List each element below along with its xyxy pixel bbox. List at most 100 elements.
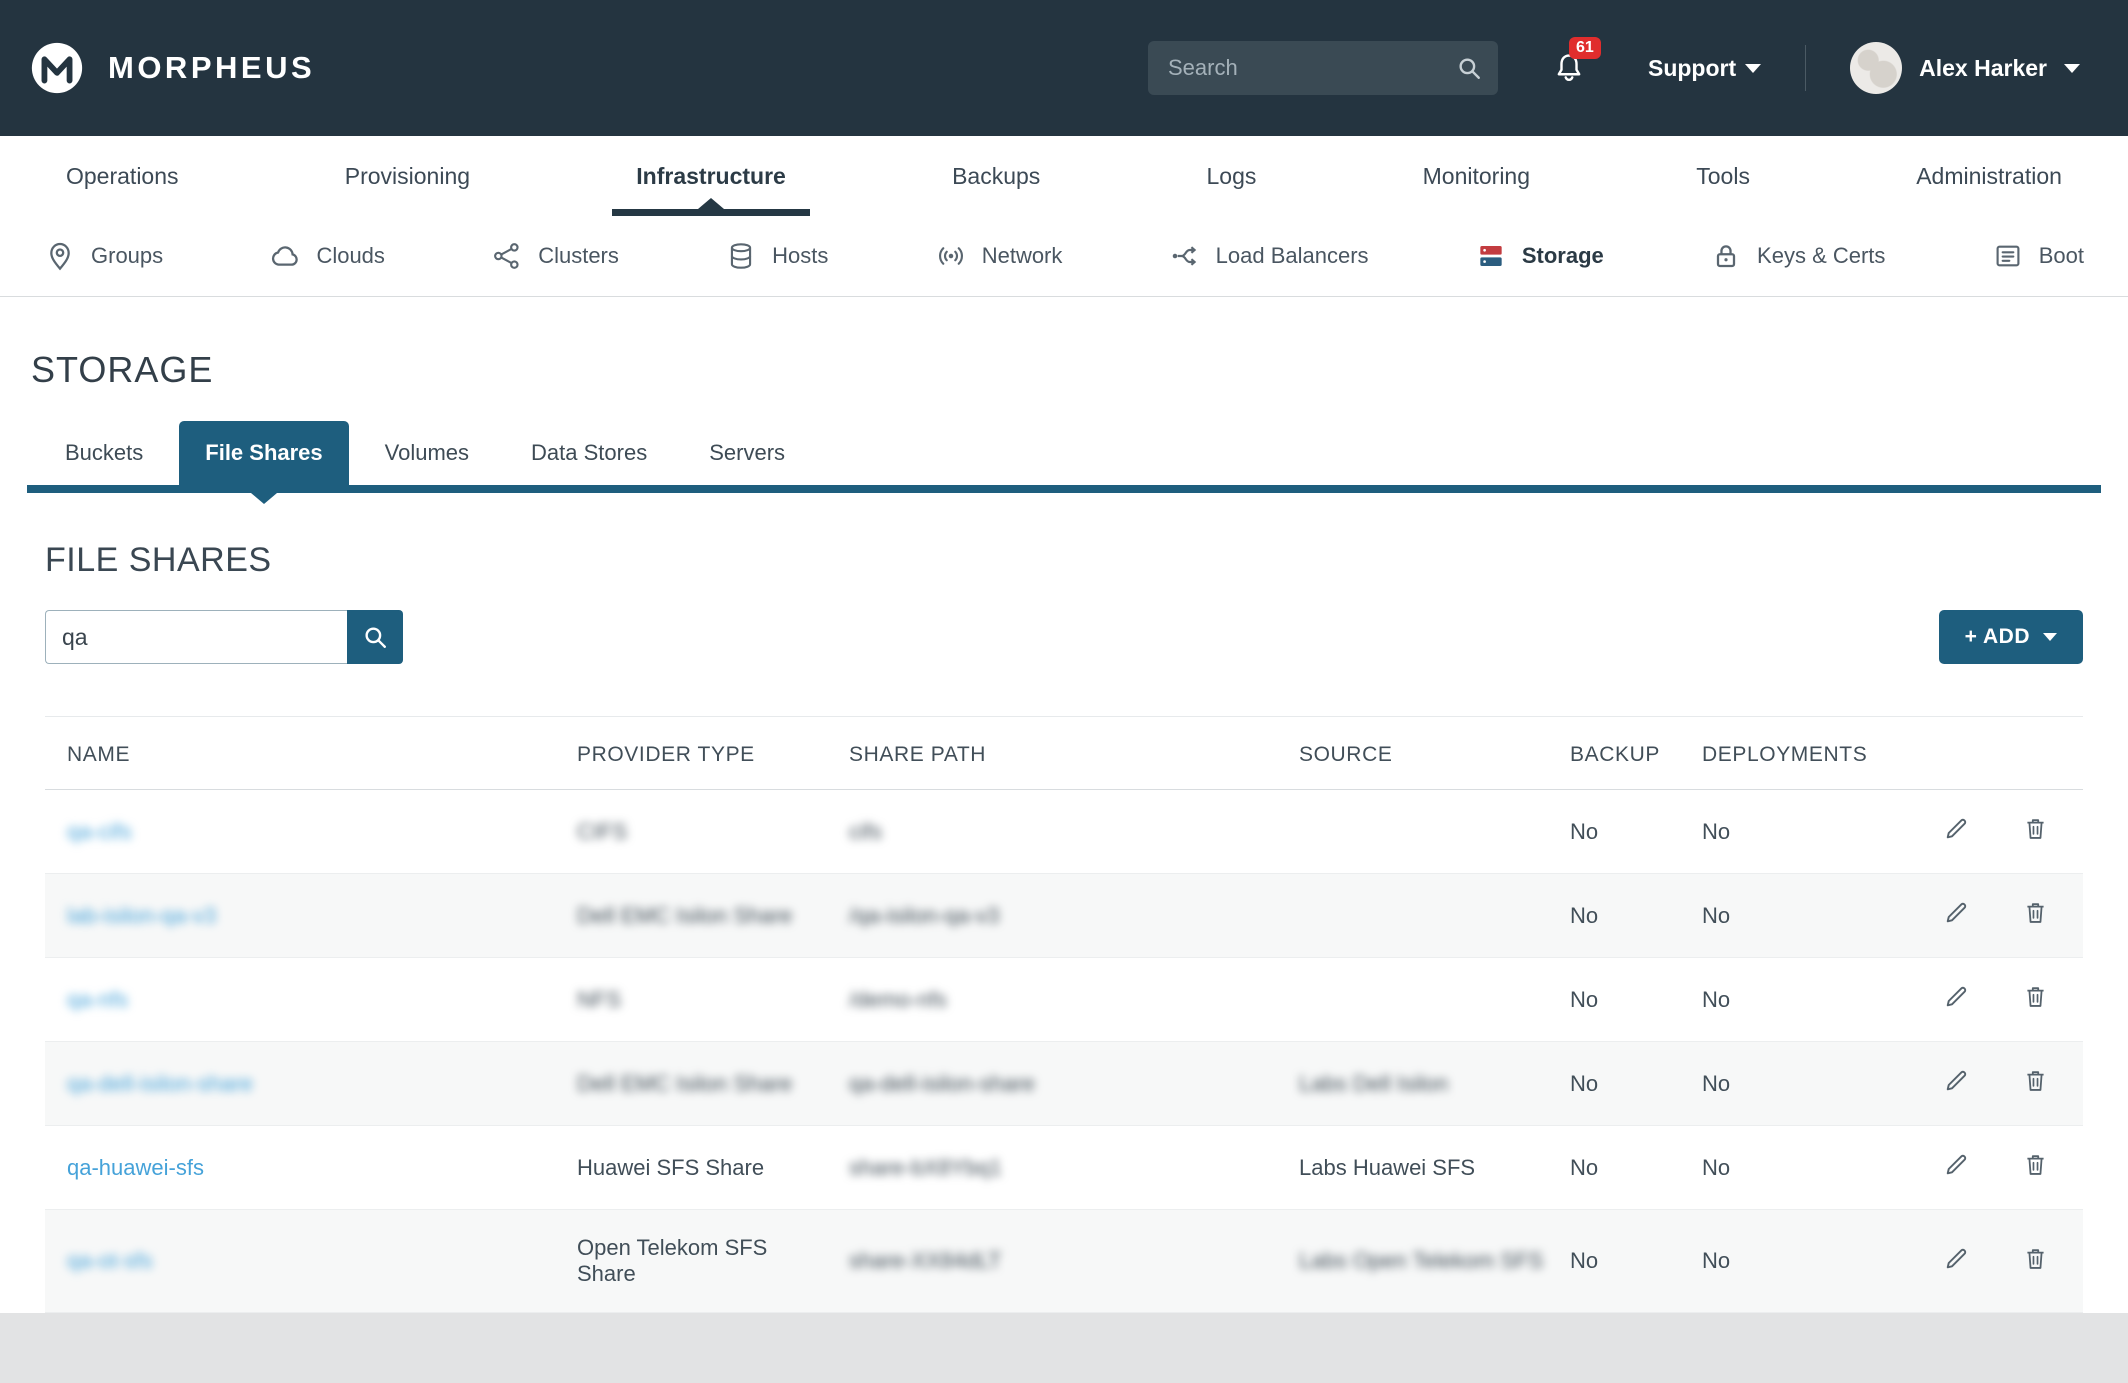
cell-source — [1299, 790, 1570, 874]
file-share-link[interactable]: qa-huawei-sfs — [67, 1155, 204, 1180]
cell-deployments: No — [1702, 1210, 1897, 1313]
sub-nav-label: Hosts — [772, 243, 828, 269]
edit-button[interactable] — [1943, 1245, 1970, 1272]
main-nav-item-logs[interactable]: Logs — [1197, 136, 1267, 216]
cell-share-path: cifs — [849, 790, 1299, 874]
cell-deployments: No — [1702, 1042, 1897, 1126]
brand-name: MORPHEUS — [108, 50, 315, 86]
tab-file-shares[interactable]: File Shares — [179, 421, 348, 485]
file-share-link[interactable]: qa-cifs — [67, 819, 132, 844]
filter-group — [45, 610, 403, 664]
add-button-label: + ADD — [1965, 625, 2030, 649]
trash-icon — [2022, 899, 2049, 926]
column-header-provider-type[interactable]: PROVIDER TYPE — [577, 717, 849, 790]
pencil-icon — [1943, 899, 1970, 926]
main-nav-item-infrastructure[interactable]: Infrastructure — [626, 136, 796, 216]
user-menu[interactable]: Alex Harker — [1850, 42, 2080, 94]
cell-share-path: qa-dell-isilon-share — [849, 1042, 1299, 1126]
morpheus-logo-icon — [28, 39, 86, 97]
file-share-link[interactable]: qa-dell-isilon-share — [67, 1071, 253, 1096]
global-search-input[interactable] — [1148, 41, 1498, 95]
app-header: MORPHEUS 61 Support Alex Harker — [0, 0, 2128, 136]
column-header-share-path[interactable]: SHARE PATH — [849, 717, 1299, 790]
support-menu[interactable]: Support — [1648, 55, 1761, 82]
sub-nav-item-groups[interactable]: Groups — [44, 240, 163, 272]
main-nav-item-operations[interactable]: Operations — [56, 136, 189, 216]
column-header-backup[interactable]: BACKUP — [1570, 717, 1702, 790]
sub-nav-item-clouds[interactable]: Clouds — [269, 240, 384, 272]
delete-button[interactable] — [2022, 1151, 2049, 1178]
cell-deployments: No — [1702, 874, 1897, 958]
table-row: qa-ot-sfs Open Telekom SFS Share share-X… — [45, 1210, 2083, 1313]
main-nav-item-administration[interactable]: Administration — [1906, 136, 2072, 216]
edit-button[interactable] — [1943, 983, 1970, 1010]
cell-backup: No — [1570, 790, 1702, 874]
tab-buckets[interactable]: Buckets — [39, 421, 169, 485]
file-share-link[interactable]: qa-ot-sfs — [67, 1248, 153, 1273]
pencil-icon — [1943, 1067, 1970, 1094]
network-icon — [935, 240, 967, 272]
edit-button[interactable] — [1943, 815, 1970, 842]
sub-nav-item-storage[interactable]: Storage — [1475, 240, 1604, 272]
trash-icon — [2022, 983, 2049, 1010]
cell-deployments: No — [1702, 790, 1897, 874]
sub-nav-item-clusters[interactable]: Clusters — [491, 240, 619, 272]
cell-share-path: /demo-nfs — [849, 958, 1299, 1042]
sub-nav-item-load-balancers[interactable]: Load Balancers — [1169, 240, 1369, 272]
sub-nav-label: Clouds — [316, 243, 384, 269]
trash-icon — [2022, 1151, 2049, 1178]
cloud-icon — [269, 240, 301, 272]
map-pin-icon — [44, 240, 76, 272]
notification-count-badge: 61 — [1569, 37, 1601, 59]
column-header-name[interactable]: NAME — [45, 717, 577, 790]
column-header-deployments[interactable]: DEPLOYMENTS — [1702, 717, 1897, 790]
brand[interactable]: MORPHEUS — [28, 39, 315, 97]
main-nav-item-tools[interactable]: Tools — [1686, 136, 1760, 216]
file-share-link[interactable]: lab-isilon-qa-v3 — [67, 903, 216, 928]
column-header-source[interactable]: SOURCE — [1299, 717, 1570, 790]
sub-nav-label: Load Balancers — [1216, 243, 1369, 269]
tab-data-stores[interactable]: Data Stores — [505, 421, 673, 485]
tab-volumes[interactable]: Volumes — [359, 421, 495, 485]
cell-source — [1299, 958, 1570, 1042]
table-row: qa-huawei-sfs Huawei SFS Share share-bX8… — [45, 1126, 2083, 1210]
tab-label: File Shares — [205, 440, 322, 466]
edit-button[interactable] — [1943, 1067, 1970, 1094]
trash-icon — [2022, 1067, 2049, 1094]
sub-nav-item-boot[interactable]: Boot — [1992, 240, 2084, 272]
delete-button[interactable] — [2022, 1245, 2049, 1272]
delete-button[interactable] — [2022, 983, 2049, 1010]
sub-nav-item-keys-certs[interactable]: Keys & Certs — [1710, 240, 1885, 272]
chevron-down-icon — [1745, 64, 1761, 73]
main-nav-item-provisioning[interactable]: Provisioning — [335, 136, 480, 216]
tab-label: Volumes — [385, 440, 469, 466]
global-search — [1148, 41, 1498, 95]
edit-button[interactable] — [1943, 1151, 1970, 1178]
main-nav: Operations Provisioning Infrastructure B… — [0, 136, 2128, 216]
table-header-row: NAMEPROVIDER TYPESHARE PATHSOURCEBACKUPD… — [45, 717, 2083, 790]
notifications-button[interactable]: 61 — [1552, 51, 1586, 85]
cell-deployments: No — [1702, 958, 1897, 1042]
file-shares-table: NAMEPROVIDER TYPESHARE PATHSOURCEBACKUPD… — [45, 716, 2083, 1313]
add-button[interactable]: + ADD — [1939, 610, 2083, 664]
tab-servers[interactable]: Servers — [683, 421, 811, 485]
chevron-down-icon — [2064, 64, 2080, 73]
sub-nav-label: Network — [982, 243, 1063, 269]
pencil-icon — [1943, 815, 1970, 842]
filter-search-button[interactable] — [347, 610, 403, 664]
delete-button[interactable] — [2022, 899, 2049, 926]
main-nav-item-backups[interactable]: Backups — [942, 136, 1050, 216]
file-share-link[interactable]: qa-nfs — [67, 987, 128, 1012]
cell-share-path: /qa-isilon-qa-v3 — [849, 874, 1299, 958]
delete-button[interactable] — [2022, 1067, 2049, 1094]
column-header-actions — [1897, 717, 2083, 790]
sub-nav-item-network[interactable]: Network — [935, 240, 1063, 272]
pencil-icon — [1943, 1245, 1970, 1272]
filter-input[interactable] — [45, 610, 347, 664]
main-nav-label: Administration — [1916, 163, 2062, 190]
avatar — [1850, 42, 1902, 94]
sub-nav-item-hosts[interactable]: Hosts — [725, 240, 828, 272]
edit-button[interactable] — [1943, 899, 1970, 926]
main-nav-item-monitoring[interactable]: Monitoring — [1413, 136, 1540, 216]
delete-button[interactable] — [2022, 815, 2049, 842]
